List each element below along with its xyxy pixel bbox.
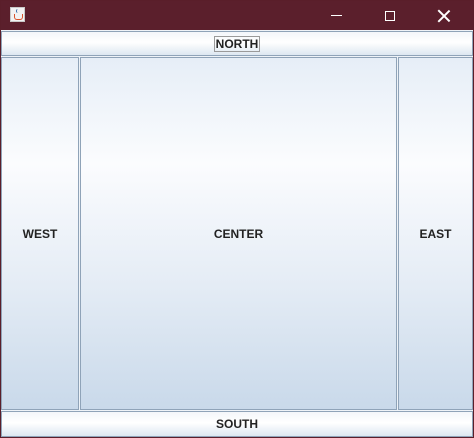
close-button[interactable] [421,1,467,30]
south-button-label: SOUTH [216,417,258,431]
north-button[interactable]: NORTH [1,31,473,56]
app-window: NORTH WEST CENTER EAST SOUTH [0,0,474,438]
west-button[interactable]: WEST [1,57,79,410]
maximize-button[interactable] [367,1,413,30]
north-button-label: NORTH [213,35,261,52]
minimize-button[interactable] [313,1,359,30]
minimize-icon [330,15,342,16]
west-button-label: WEST [22,226,58,241]
east-button-label: EAST [419,226,452,241]
south-button[interactable]: SOUTH [1,411,473,437]
close-icon [437,9,451,23]
java-icon[interactable] [10,7,25,22]
title-bar[interactable] [1,1,473,30]
center-button[interactable]: CENTER [80,57,397,410]
east-button[interactable]: EAST [398,57,473,410]
center-button-label: CENTER [213,226,264,241]
maximize-icon [385,10,395,21]
